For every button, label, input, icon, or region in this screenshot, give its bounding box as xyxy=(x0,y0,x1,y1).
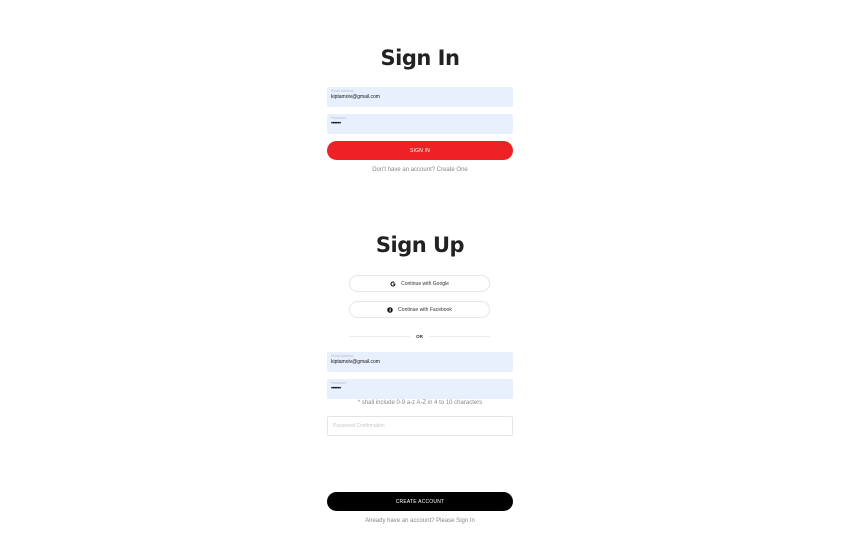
create-account-link[interactable]: Don't have an account? Create One xyxy=(327,167,513,173)
signin-password-value: •••••• xyxy=(331,121,341,127)
auth-page: Sign In Email Address kiptamoiv@gmail.co… xyxy=(0,0,864,539)
signin-email-field[interactable]: Email Address kiptamoiv@gmail.com xyxy=(327,87,513,107)
create-account-button[interactable]: CREATE ACCOUNT xyxy=(327,492,513,511)
continue-google-button[interactable]: Continue with Google xyxy=(349,275,490,292)
or-divider: OR xyxy=(349,333,490,339)
signin-email-value: kiptamoiv@gmail.com xyxy=(331,94,380,100)
password-confirmation-placeholder: Password Confirmation xyxy=(333,423,385,429)
signup-title: Sign Up xyxy=(375,233,465,257)
facebook-icon xyxy=(387,306,393,313)
continue-facebook-button[interactable]: Continue with Facebook xyxy=(349,301,490,318)
divider-line-left xyxy=(349,335,411,337)
signup-password-value: •••••• xyxy=(331,386,341,392)
signup-password-field[interactable]: Password •••••• xyxy=(327,379,513,399)
signup-email-value: kiptamoiv@gmail.com xyxy=(331,359,380,365)
signup-email-field[interactable]: Email Address kiptamoiv@gmail.com xyxy=(327,352,513,372)
signin-password-field[interactable]: Password •••••• xyxy=(327,114,513,134)
sign-in-link[interactable]: Already have an account? Please Sign In xyxy=(327,518,513,524)
or-label: OR xyxy=(416,333,423,339)
google-icon xyxy=(390,281,396,287)
facebook-button-label: Continue with Facebook xyxy=(398,306,452,313)
divider-line-right xyxy=(428,335,490,337)
password-hint: * shall include 0-9 a-z A-Z in 4 to 10 c… xyxy=(357,400,483,406)
signin-title: Sign In xyxy=(380,46,460,70)
google-button-label: Continue with Google xyxy=(401,280,449,287)
signin-button[interactable]: SIGN IN xyxy=(327,141,513,160)
auth-column: Sign In Email Address kiptamoiv@gmail.co… xyxy=(327,0,513,539)
password-confirmation-field[interactable]: Password Confirmation xyxy=(327,416,513,436)
